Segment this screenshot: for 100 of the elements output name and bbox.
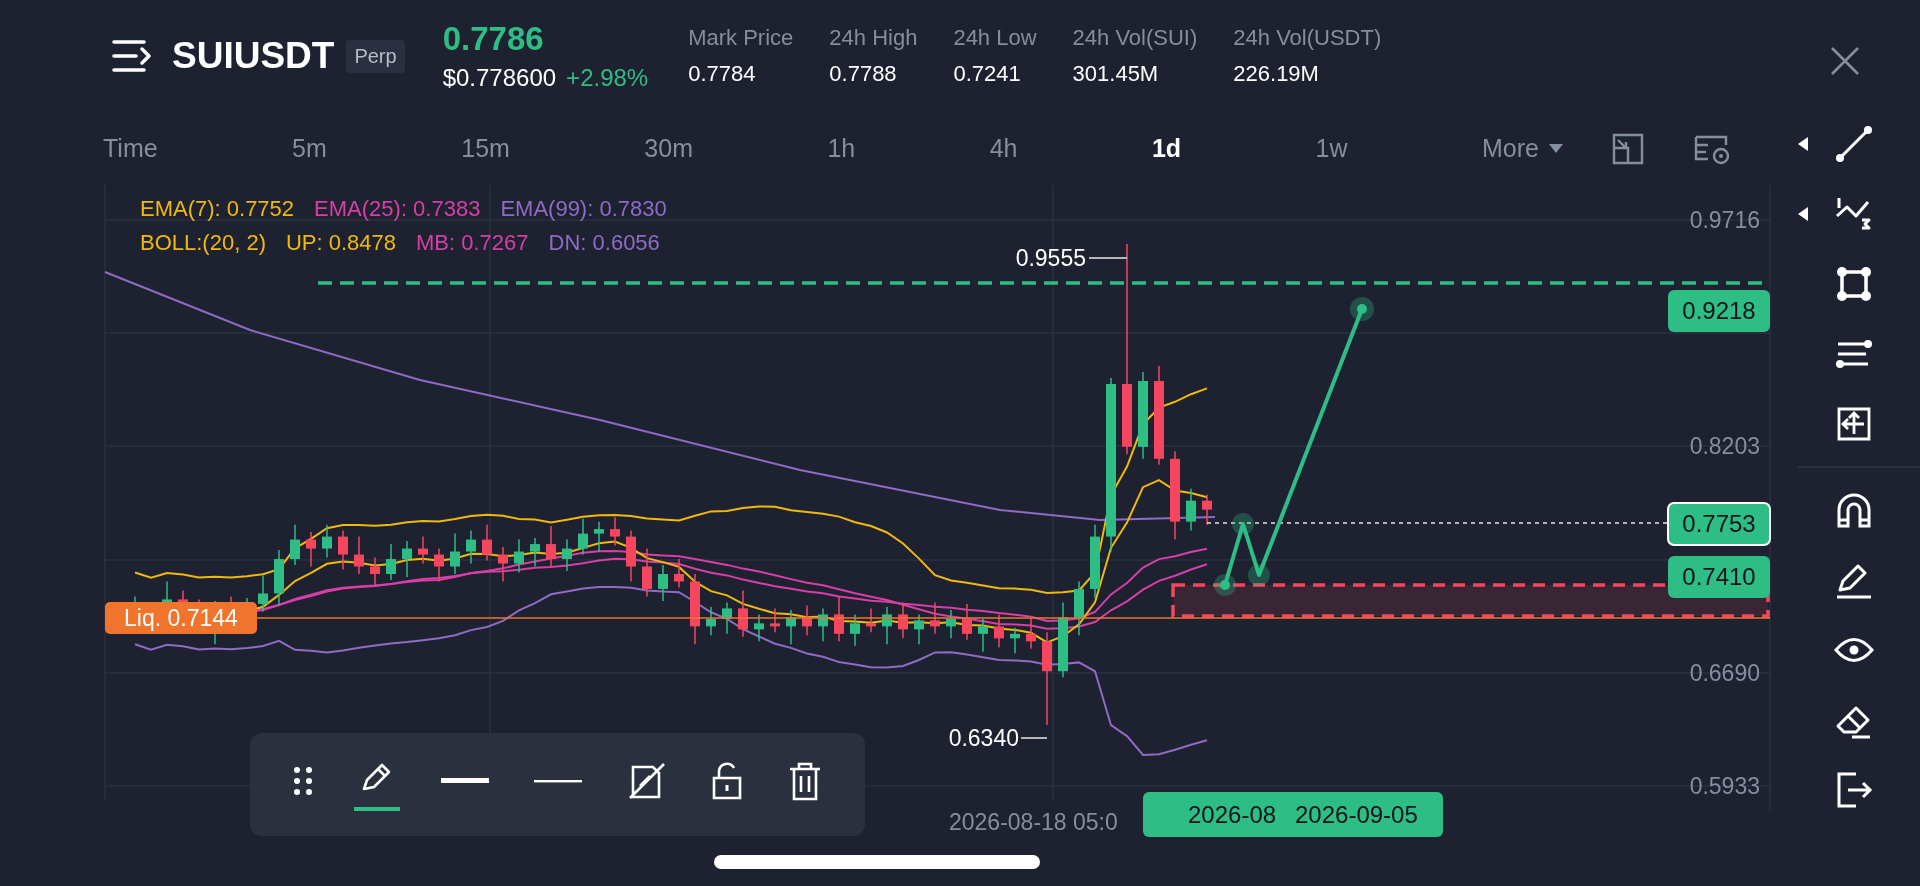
expand-arrow-icon[interactable]: [1798, 207, 1808, 221]
candlestick: [450, 532, 460, 575]
candlestick: [354, 535, 364, 575]
interval-tab[interactable]: 1w: [1315, 134, 1348, 163]
candlestick: [930, 601, 940, 635]
candlestick: [514, 538, 524, 574]
candlestick: [402, 540, 412, 578]
candlestick: [594, 520, 604, 553]
price-axis-label: 0.5933: [1689, 773, 1760, 799]
time-tag: 2026-08 2026-09-05: [1143, 792, 1443, 837]
price-axis-label: 0.8203: [1689, 433, 1760, 459]
candlestick: [898, 601, 908, 640]
indicator-value: EMA(7): 0.7752: [140, 196, 295, 222]
candlestick: [722, 601, 732, 635]
candlestick: [962, 603, 972, 641]
stat-value: 301.45M: [1072, 61, 1160, 87]
liquidation-tag: Liq. 0.7144: [105, 602, 257, 634]
candlestick: [482, 523, 492, 562]
candlestick: [578, 517, 588, 556]
usd-price: $0.778600: [442, 64, 557, 92]
candlestick: [466, 529, 476, 565]
interval-tab[interactable]: 30m: [644, 134, 693, 163]
high-price-label: 0.9555: [1015, 245, 1086, 271]
candlestick: [1026, 615, 1036, 650]
symbol-title: SUIUSDT: [172, 35, 335, 77]
candlestick: [258, 574, 268, 613]
candlestick: [498, 546, 508, 583]
candlestick: [882, 606, 892, 646]
candlestick: [1202, 493, 1212, 526]
close-icon: [1830, 46, 1860, 76]
candlestick: [658, 564, 668, 602]
candlestick: [770, 607, 780, 634]
interval-tab[interactable]: 1h: [827, 134, 856, 163]
stat-value: 226.19M: [1233, 61, 1320, 87]
interval-tab[interactable]: 1d: [1151, 134, 1182, 163]
candlestick: [562, 538, 572, 572]
price-tag: 0.9218: [1668, 290, 1770, 332]
time-label: Time: [103, 134, 158, 163]
candlestick: [274, 549, 284, 607]
candlestick: [386, 543, 396, 581]
candlestick: [322, 523, 332, 559]
candlestick: [818, 607, 828, 643]
candlestick: [738, 589, 748, 638]
price-axis-label: 0.9716: [1689, 207, 1760, 233]
price-change: +2.98%: [566, 64, 649, 92]
crossed-out-icon: [627, 761, 666, 800]
chart-compare-icon[interactable]: [1611, 131, 1645, 166]
unlock-icon: [711, 761, 744, 800]
candlestick: [642, 547, 652, 598]
caret-icon: [1548, 144, 1563, 153]
indicator-value: EMA(99): 0.7830: [500, 196, 667, 222]
candlestick: [706, 606, 716, 637]
candlestick: [306, 531, 316, 568]
candlestick: [946, 609, 956, 640]
last-price: 0.7786: [442, 20, 545, 58]
candlestick: [610, 516, 620, 547]
indicator-value: UP: 0.8478: [285, 230, 397, 256]
candlestick: [434, 547, 444, 583]
stat-label: Mark Price: [688, 25, 794, 51]
candlestick: [754, 613, 764, 643]
candlestick: [674, 558, 684, 589]
candlestick: [978, 618, 988, 653]
leader-line: [1088, 257, 1128, 259]
candlestick: [338, 529, 348, 571]
indicator-value: EMA(25): 0.7383: [314, 196, 481, 222]
candlestick: [786, 609, 796, 646]
indicator-value: DN: 0.6056: [548, 230, 660, 256]
candlestick: [914, 613, 924, 646]
interval-tab[interactable]: 4h: [989, 134, 1018, 163]
contract-badge: Perp: [346, 39, 405, 73]
low-price-label: 0.6340: [948, 725, 1019, 751]
stat-label: 24h Low: [953, 25, 1037, 51]
candlestick: [834, 595, 844, 643]
candlestick: [1186, 487, 1196, 532]
time-axis-label: 2026-08-18 05:0: [949, 809, 1118, 835]
stat-value: 0.7784: [688, 61, 757, 87]
candlestick: [626, 529, 636, 583]
expand-arrow-icon[interactable]: [1798, 137, 1808, 151]
candlestick: [850, 613, 860, 647]
candlestick: [290, 523, 300, 566]
candlestick: [1074, 580, 1084, 637]
stat-label: 24h Vol(SUI): [1072, 25, 1198, 51]
candlestick: [418, 535, 428, 565]
drag-handle-icon: [292, 765, 313, 796]
price-tag: 0.7410: [1668, 556, 1770, 598]
price-axis-label: 0.6690: [1689, 660, 1760, 686]
stat-label: 24h Vol(USDT): [1233, 25, 1382, 51]
stat-label: 24h High: [829, 25, 918, 51]
candlestick: [802, 604, 812, 637]
interval-tab[interactable]: 5m: [292, 134, 327, 163]
more-dropdown[interactable]: More: [1481, 134, 1563, 163]
indicator-value: MB: 0.7267: [416, 230, 529, 256]
indicator-value: BOLL:(20, 2): [140, 230, 266, 256]
price-tag: 0.7753: [1667, 502, 1771, 546]
stat-value: 0.7788: [829, 61, 898, 87]
candlestick: [1010, 627, 1020, 655]
interval-tab[interactable]: 15m: [461, 134, 510, 163]
candlestick: [994, 613, 1004, 649]
leader-line: [1020, 737, 1048, 739]
candlestick: [530, 537, 540, 568]
